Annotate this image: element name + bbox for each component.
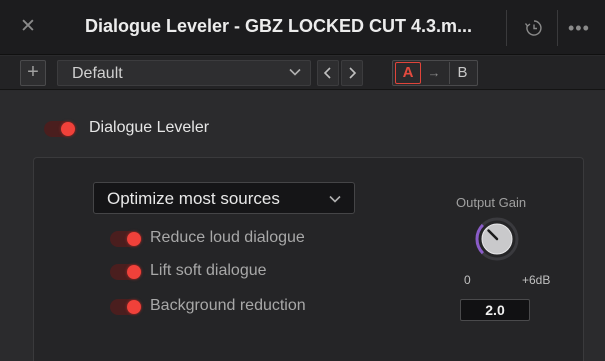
plugin-enable-toggle[interactable] bbox=[44, 121, 76, 137]
chevron-left-icon bbox=[323, 67, 331, 79]
previous-preset-button[interactable] bbox=[317, 60, 339, 86]
chevron-down-icon bbox=[329, 195, 341, 203]
plugin-body: Dialogue Leveler Optimize most sources R… bbox=[0, 91, 605, 361]
settings-panel: Optimize most sources Reduce loud dialog… bbox=[33, 157, 584, 361]
output-gain-knob[interactable] bbox=[474, 216, 520, 262]
preset-dropdown[interactable]: Default bbox=[57, 60, 311, 86]
add-preset-button[interactable]: + bbox=[20, 60, 46, 86]
lift-soft-toggle[interactable] bbox=[110, 264, 142, 280]
preset-name: Default bbox=[72, 65, 123, 82]
plugin-name: Dialogue Leveler bbox=[89, 119, 210, 136]
compare-a-button[interactable]: A bbox=[395, 62, 421, 84]
more-icon[interactable]: ••• bbox=[568, 14, 600, 42]
next-preset-button[interactable] bbox=[341, 60, 363, 86]
background-reduction-toggle[interactable] bbox=[110, 299, 142, 315]
chevron-right-icon bbox=[349, 67, 357, 79]
divider bbox=[506, 10, 507, 46]
gain-max-label: +6dB bbox=[522, 273, 551, 287]
background-reduction-label: Background reduction bbox=[150, 297, 306, 314]
mode-dropdown[interactable]: Optimize most sources bbox=[93, 182, 355, 214]
output-gain-value-field[interactable]: 2.0 bbox=[460, 299, 530, 321]
preset-bar: + Default A → B bbox=[0, 56, 605, 90]
ab-compare-group: A → B bbox=[392, 60, 478, 86]
plus-icon: + bbox=[27, 61, 39, 83]
history-icon[interactable] bbox=[520, 14, 548, 42]
toggle-knob bbox=[61, 122, 75, 136]
divider bbox=[557, 10, 558, 46]
toggle-knob bbox=[127, 265, 141, 279]
compare-b-button[interactable]: B bbox=[449, 62, 475, 84]
close-icon[interactable]: ✕ bbox=[18, 17, 38, 37]
lift-soft-label: Lift soft dialogue bbox=[150, 262, 267, 279]
reduce-loud-toggle[interactable] bbox=[110, 231, 142, 247]
reduce-loud-label: Reduce loud dialogue bbox=[150, 229, 305, 246]
chevron-down-icon bbox=[289, 68, 301, 76]
toggle-knob bbox=[127, 300, 141, 314]
title-bar: ✕ Dialogue Leveler - GBZ LOCKED CUT 4.3.… bbox=[0, 0, 605, 55]
window-title: Dialogue Leveler - GBZ LOCKED CUT 4.3.m.… bbox=[84, 16, 473, 36]
mode-value: Optimize most sources bbox=[107, 189, 280, 208]
copy-a-to-b-button[interactable]: → bbox=[423, 62, 445, 84]
toggle-knob bbox=[127, 232, 141, 246]
gain-min-label: 0 bbox=[464, 273, 471, 287]
arrow-right-icon: → bbox=[427, 65, 441, 80]
output-gain-label: Output Gain bbox=[456, 195, 527, 210]
